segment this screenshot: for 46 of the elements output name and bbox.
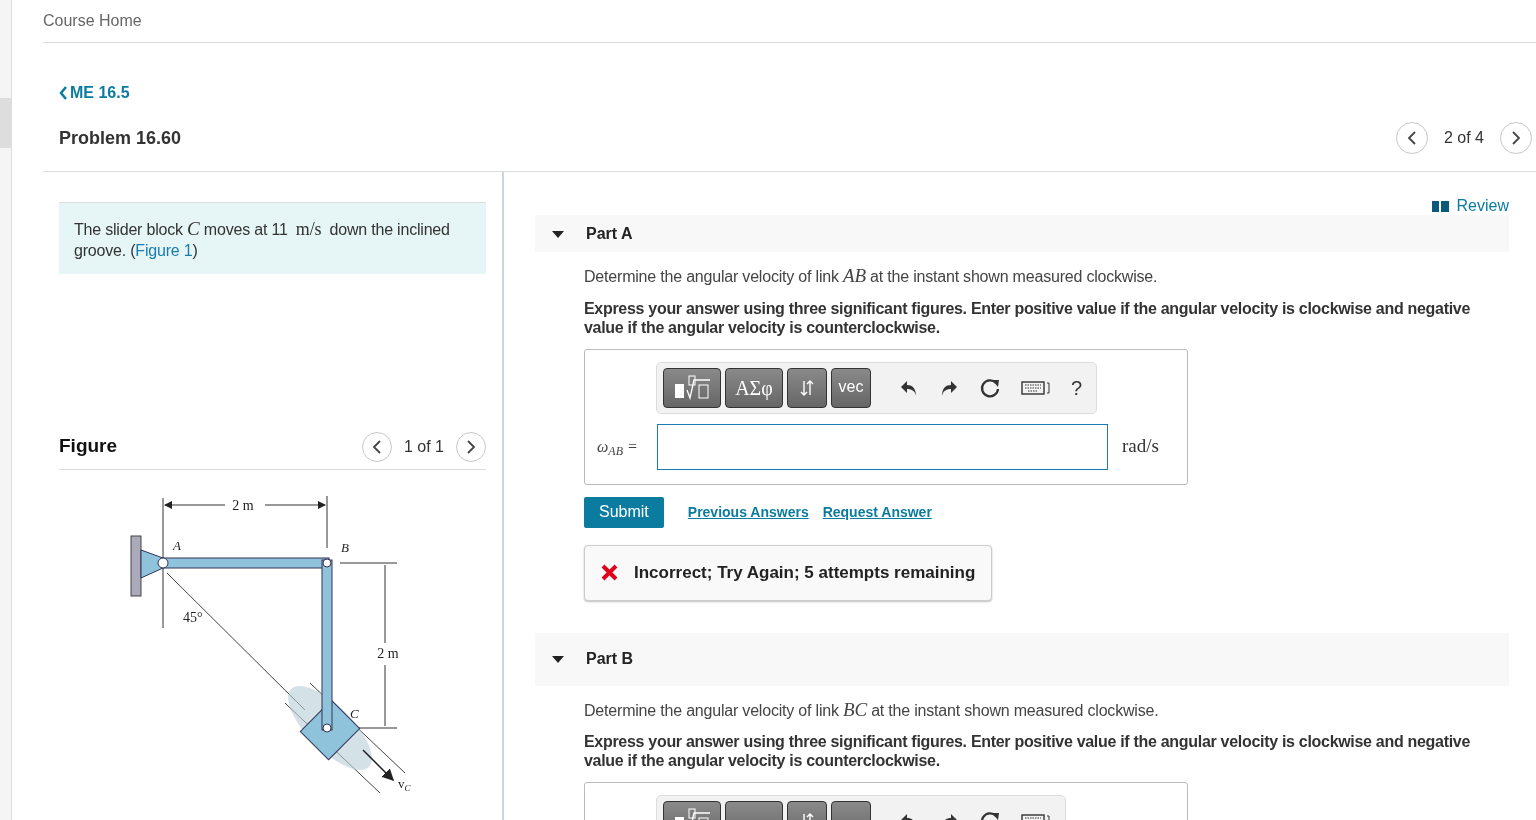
template-button[interactable] [663, 367, 721, 408]
part-title: Part A [586, 223, 633, 244]
help-button[interactable]: ? [1071, 372, 1083, 403]
question-text: Determine the angular velocity of link AB at the instant shown measured clockwise. [584, 264, 1159, 288]
feedback-text: Incorrect; Try Again; 5 attempts remaining [634, 561, 976, 584]
back-link[interactable]: ME 16.5 [59, 81, 130, 105]
answer-field[interactable] [657, 423, 1108, 470]
redo-icon[interactable] [939, 378, 959, 397]
greek-symbols-button[interactable]: ΑΣφ [725, 367, 783, 408]
previous-problem-button[interactable] [1395, 122, 1428, 154]
part-header[interactable]: Part A [535, 215, 1509, 252]
next-figure-button[interactable] [456, 431, 486, 462]
x-mark-icon [601, 564, 618, 581]
answer-link[interactable]: Previous Answers [687, 501, 809, 523]
chevron-right-icon [466, 439, 476, 454]
fraction-root-icon [672, 373, 712, 402]
sort-arrows-button[interactable] [787, 367, 827, 408]
figure-link[interactable]: Figure 1 [135, 242, 193, 259]
chevron-left-icon [371, 439, 382, 454]
instruction-text: Express your answer using three significant figures. Enter positive value if the angular velocity is clockwise and negative value if the angular velocity is counterclockwise. [584, 298, 1472, 337]
reset-icon[interactable] [979, 376, 1001, 399]
book-icon [1431, 200, 1449, 212]
instruction-text: Express your answer using three significant figures. Enter positive value if the angular velocity is clockwise and negative value if the angular velocity is counterclockwise. [584, 732, 1472, 770]
next-problem-button[interactable] [1500, 122, 1532, 154]
review-link[interactable]: Review [1431, 194, 1509, 218]
answer-link[interactable]: Request Answer [822, 501, 932, 523]
part-title: Part B [586, 649, 634, 669]
chevron-right-icon [1511, 131, 1521, 145]
up-down-arrows-icon [799, 378, 815, 397]
linkage-diagram-drawing: 2 m A B 45° 2 m C v$_{C}$ [125, 488, 425, 798]
part-header[interactable]: Part B [535, 632, 1509, 686]
units-label: rad/s [1122, 434, 1159, 459]
previous-figure-button[interactable] [361, 431, 392, 462]
problem-title: Problem 16.60 [59, 126, 182, 150]
figure-title: Figure [59, 434, 118, 459]
question-text: Determine the angular velocity of link BC at the instant shown measured clockwise. [584, 697, 1160, 722]
submit-button[interactable]: Submit [584, 496, 664, 528]
vector-button[interactable]: vec [831, 367, 871, 408]
chevron-left-icon [59, 86, 68, 100]
keyboard-icon[interactable] [1021, 379, 1051, 396]
figure-pager: 1 of 1 [403, 436, 444, 457]
problem-statement: The slider block C moves at 11 m/s down the inclined groove. (Figure 1) [59, 202, 486, 274]
course-home-link[interactable]: Course Home [43, 9, 142, 33]
answer-label: ω$_{AB}$ = [596, 436, 639, 459]
chevron-left-icon [1406, 131, 1417, 145]
problem-pager: 2 of 4 [1443, 128, 1484, 148]
